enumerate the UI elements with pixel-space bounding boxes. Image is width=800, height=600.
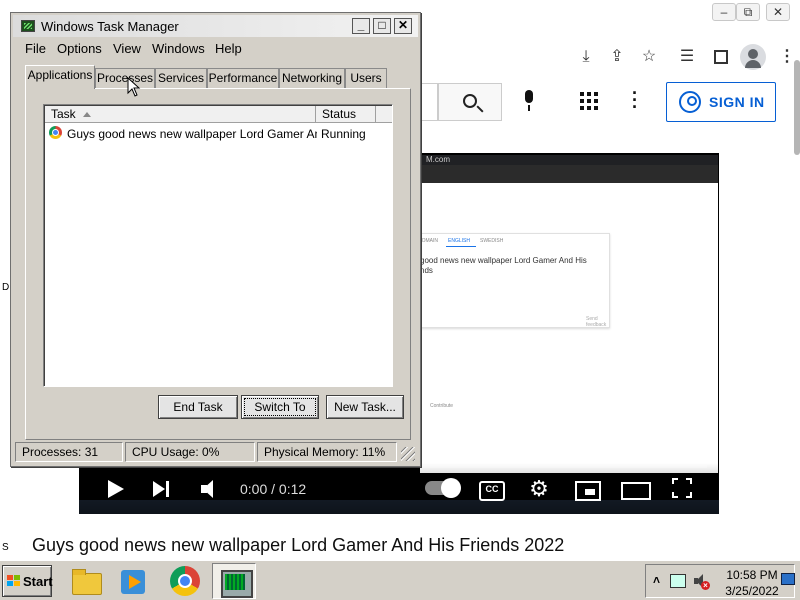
switch-to-button[interactable]: Switch To bbox=[241, 395, 319, 419]
volume-icon[interactable] bbox=[199, 477, 223, 501]
apps-grid-icon[interactable] bbox=[580, 92, 598, 110]
task-manager-titlebar[interactable]: Windows Task Manager _ □ ✕ bbox=[13, 15, 418, 37]
tab-services[interactable]: Services bbox=[155, 68, 207, 88]
clock-time[interactable]: 10:58 PM bbox=[722, 568, 782, 582]
close-button[interactable]: ✕ bbox=[394, 18, 412, 34]
browser-minimize-button[interactable]: – bbox=[712, 3, 736, 21]
settings-gear-icon[interactable]: ⚙ bbox=[527, 477, 551, 501]
taskbar: Start ˄ × 10:58 PM 3/25/2022 bbox=[0, 560, 800, 600]
edge-mark-d: D bbox=[2, 282, 10, 293]
autoplay-toggle[interactable] bbox=[425, 478, 461, 498]
search-button[interactable] bbox=[438, 83, 502, 121]
video-frame-text: good news new wallpaper Lord Gamer And H… bbox=[420, 256, 587, 275]
network-icon[interactable] bbox=[670, 574, 686, 588]
clock-date[interactable]: 3/25/2022 bbox=[722, 584, 782, 598]
column-header-task[interactable]: Task bbox=[45, 106, 316, 123]
microphone-icon[interactable] bbox=[522, 90, 536, 112]
muted-icon: × bbox=[701, 581, 710, 590]
sort-ascending-icon bbox=[83, 112, 91, 117]
tray-expand-icon[interactable]: ˄ bbox=[653, 573, 660, 587]
video-title: Guys good news new wallpaper Lord Gamer … bbox=[32, 535, 565, 555]
status-processes: Processes: 31 bbox=[15, 442, 123, 462]
share-icon[interactable]: ⇪ bbox=[606, 46, 628, 68]
window-title: Windows Task Manager bbox=[41, 19, 179, 34]
chrome-icon[interactable] bbox=[164, 563, 208, 599]
miniplayer-icon[interactable] bbox=[575, 477, 601, 501]
download-icon[interactable]: ⤓ bbox=[575, 46, 597, 68]
mouse-cursor-icon bbox=[127, 77, 141, 97]
menu-view[interactable]: View bbox=[113, 41, 141, 56]
column-header-task-label: Task bbox=[51, 107, 76, 121]
show-desktop-icon[interactable] bbox=[781, 573, 795, 585]
video-frame-tab: ENGLISH bbox=[448, 238, 470, 244]
tab-users[interactable]: Users bbox=[345, 68, 387, 88]
video-frame-tab: SWEDISH bbox=[480, 238, 504, 244]
more-options-icon[interactable]: · · · bbox=[632, 84, 638, 116]
start-label: Start bbox=[23, 574, 53, 589]
status-bar: Processes: 31 CPU Usage: 0% Physical Mem… bbox=[13, 441, 418, 463]
resize-grip[interactable] bbox=[401, 447, 415, 461]
status-cpu-usage: CPU Usage: 0% bbox=[125, 442, 255, 462]
applications-panel: Task Status Guys good news new wallpaper… bbox=[25, 88, 411, 440]
maximize-button[interactable]: □ bbox=[373, 18, 391, 34]
windows-logo-icon bbox=[7, 575, 21, 587]
menu-help[interactable]: Help bbox=[215, 41, 242, 56]
video-controls: 0:00 / 0:12 ⚙ bbox=[79, 463, 719, 514]
sign-in-label: SIGN IN bbox=[709, 94, 765, 110]
task-status: Running bbox=[321, 127, 366, 141]
system-tray: ˄ × 10:58 PM 3/25/2022 bbox=[645, 564, 795, 598]
video-frame-content: M.com DOMAIN ENGLISH SWEDISH good news n… bbox=[415, 155, 718, 473]
folder-icon[interactable] bbox=[64, 563, 108, 599]
browser-toolbar: ⤓ ⇪ ☆ ☰ ⋮ bbox=[420, 36, 800, 76]
video-frame-card: DOMAIN ENGLISH SWEDISH good news new wal… bbox=[415, 233, 610, 328]
page-scrollbar-thumb[interactable] bbox=[794, 60, 800, 155]
video-frame-brand: M.com bbox=[426, 155, 450, 164]
search-icon bbox=[463, 94, 477, 108]
browser-restore-button[interactable]: ⧉ bbox=[736, 3, 760, 21]
theater-mode-icon[interactable] bbox=[621, 477, 651, 501]
account-icon bbox=[679, 91, 701, 113]
menu-bar: File Options View Windows Help bbox=[13, 39, 418, 59]
table-row[interactable]: Guys good news new wallpaper Lord Gamer … bbox=[45, 124, 391, 142]
task-manager-window: Windows Task Manager _ □ ✕ File Options … bbox=[10, 12, 421, 467]
status-physical-memory: Physical Memory: 11% bbox=[257, 442, 397, 462]
edge-mark-s: S bbox=[2, 542, 9, 553]
menu-file[interactable]: File bbox=[25, 41, 46, 56]
play-icon[interactable] bbox=[105, 477, 129, 501]
minimize-button[interactable]: _ bbox=[352, 18, 370, 34]
tab-performance[interactable]: Performance bbox=[207, 68, 279, 88]
browser-close-button[interactable]: ✕ bbox=[766, 3, 790, 21]
tab-networking[interactable]: Networking bbox=[279, 68, 345, 88]
media-player-icon[interactable] bbox=[112, 563, 156, 599]
video-time: 0:00 / 0:12 bbox=[240, 481, 307, 497]
subtitles-icon[interactable] bbox=[479, 477, 505, 501]
fullscreen-icon[interactable] bbox=[671, 477, 695, 501]
menu-options[interactable]: Options bbox=[57, 41, 102, 56]
search-input[interactable] bbox=[418, 83, 438, 121]
task-manager-icon[interactable] bbox=[212, 563, 256, 599]
side-panel-icon[interactable] bbox=[714, 50, 728, 64]
menu-windows[interactable]: Windows bbox=[152, 41, 205, 56]
end-task-button[interactable]: End Task bbox=[158, 395, 238, 419]
youtube-header: · · · SIGN IN bbox=[418, 80, 800, 124]
column-header-status[interactable]: Status bbox=[316, 106, 376, 123]
video-frame-contribute: Contribute bbox=[430, 403, 454, 409]
task-name: Guys good news new wallpaper Lord Gamer … bbox=[67, 127, 317, 141]
video-frame-tab: DOMAIN bbox=[418, 238, 438, 244]
profile-avatar[interactable] bbox=[740, 44, 766, 70]
task-list[interactable]: Task Status Guys good news new wallpaper… bbox=[43, 104, 393, 387]
video-frame-send: Send feedback bbox=[586, 316, 607, 328]
chrome-icon bbox=[49, 126, 62, 139]
start-button[interactable]: Start bbox=[2, 565, 53, 597]
tab-applications[interactable]: Applications bbox=[25, 65, 95, 89]
sign-in-button[interactable]: SIGN IN bbox=[666, 82, 776, 122]
next-icon[interactable] bbox=[151, 477, 175, 501]
tab-processes[interactable]: Processes bbox=[95, 68, 155, 88]
new-task-button[interactable]: New Task... bbox=[326, 395, 404, 419]
task-manager-app-icon bbox=[21, 20, 35, 32]
tab-strip: Applications Processes Services Performa… bbox=[25, 65, 411, 89]
bookmark-star-icon[interactable]: ☆ bbox=[638, 46, 660, 68]
reading-list-icon[interactable]: ☰ bbox=[676, 46, 698, 68]
